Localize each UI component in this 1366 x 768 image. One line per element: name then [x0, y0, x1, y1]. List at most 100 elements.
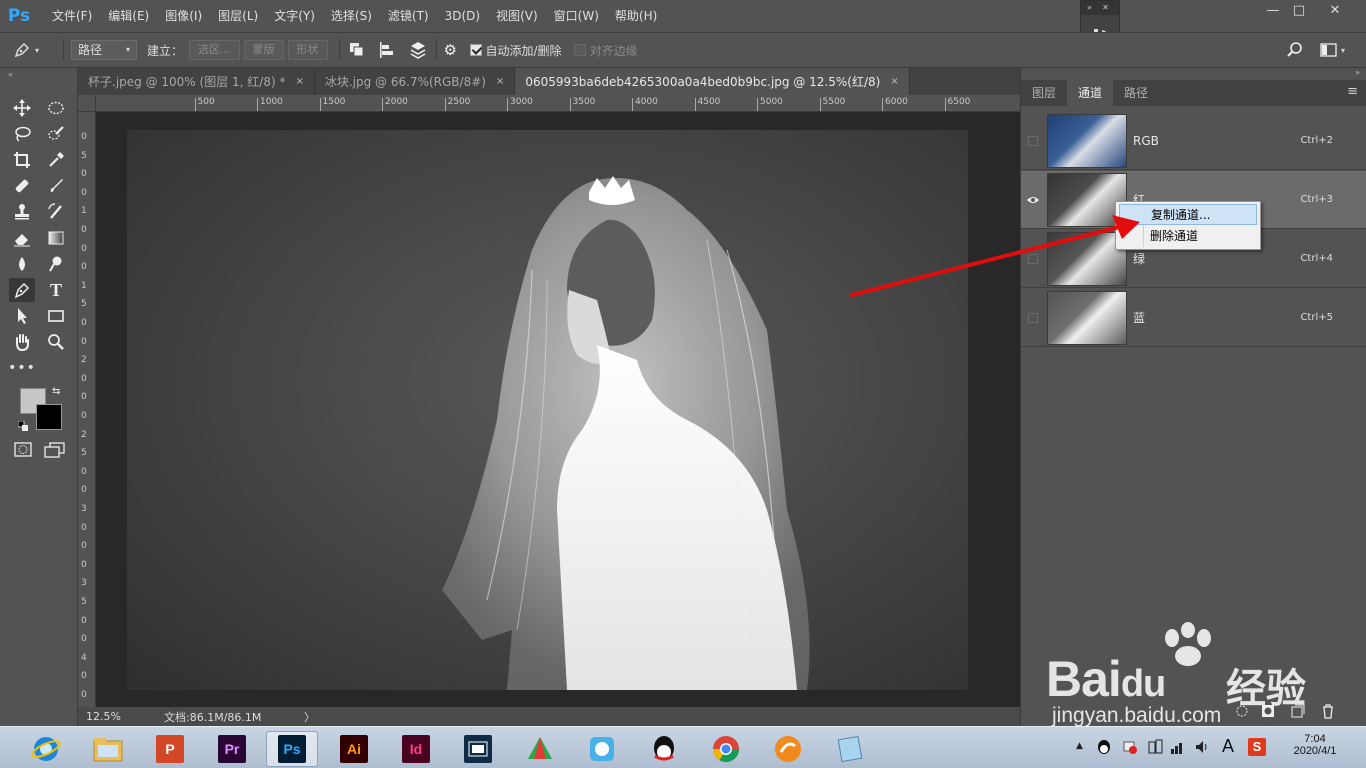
- path-mode-select[interactable]: 路径 ▾: [71, 40, 137, 60]
- zoom-level[interactable]: 12.5%: [86, 710, 164, 723]
- mini-panel-header[interactable]: » ✕: [1081, 1, 1119, 15]
- path-selection-tool-icon[interactable]: [9, 304, 35, 328]
- close-tab-icon[interactable]: ×: [890, 76, 898, 87]
- build-mask-button[interactable]: 蒙版: [243, 40, 284, 60]
- screen-mode-icon[interactable]: [44, 442, 66, 458]
- tray-expand-icon[interactable]: ▲: [1076, 741, 1083, 751]
- taskbar-indesign[interactable]: Id: [390, 731, 442, 767]
- clock[interactable]: 7:04 2020/4/1: [1286, 733, 1344, 757]
- more-tools-icon[interactable]: •••: [8, 356, 35, 380]
- channel-visibility-toggle[interactable]: [1021, 112, 1045, 170]
- taskbar-ie[interactable]: [20, 731, 72, 767]
- channel-shortcut: Ctrl+3: [1300, 194, 1333, 205]
- marquee-tool-icon[interactable]: [43, 96, 69, 120]
- document-tab[interactable]: 0605993ba6deb4265300a0a4bed0b9bc.jpg @ 1…: [515, 68, 910, 95]
- menu-item[interactable]: 图像(I): [157, 0, 210, 32]
- network-warning-icon[interactable]: [1122, 739, 1138, 755]
- menu-item[interactable]: 文字(Y): [266, 0, 323, 32]
- network-icon[interactable]: [1170, 739, 1186, 755]
- clone-stamp-tool-icon[interactable]: [9, 200, 35, 224]
- close-tab-icon[interactable]: ×: [295, 76, 303, 87]
- healing-brush-tool-icon[interactable]: [9, 174, 35, 198]
- lasso-tool-icon[interactable]: [9, 122, 35, 146]
- ruler-label: 0: [81, 169, 87, 180]
- horizontal-ruler[interactable]: 500 1000 1500 2000 2500 3000 3500 4000 4500 5000 5…: [96, 95, 1020, 112]
- taskbar-qq[interactable]: [638, 731, 690, 767]
- type-tool-icon[interactable]: T: [43, 278, 69, 302]
- align-edges-checkbox[interactable]: [573, 44, 586, 56]
- close-tab-icon[interactable]: ×: [496, 76, 504, 87]
- sogou-ime-icon[interactable]: S: [1248, 738, 1266, 756]
- path-arrangement-icon[interactable]: [407, 40, 429, 60]
- taskbar-powerpoint[interactable]: P: [144, 731, 196, 767]
- menu-item[interactable]: 帮助(H): [607, 0, 665, 32]
- zoom-tool-icon[interactable]: [43, 330, 69, 354]
- quick-mask-icon[interactable]: [14, 442, 34, 458]
- search-icon[interactable]: [1286, 41, 1304, 59]
- panel-tab[interactable]: 图层: [1021, 80, 1067, 106]
- panel-tab[interactable]: 路径: [1113, 80, 1159, 106]
- status-menu-arrow[interactable]: 〉: [304, 709, 315, 725]
- build-selection-button[interactable]: 选区...: [189, 40, 240, 60]
- taskbar-notepad[interactable]: [824, 731, 876, 767]
- channel-row[interactable]: RGB Ctrl+2: [1021, 112, 1366, 170]
- ruler-label: 5: [81, 299, 87, 310]
- taskbar-video[interactable]: [452, 731, 504, 767]
- menu-item[interactable]: 窗口(W): [546, 0, 607, 32]
- eraser-tool-icon[interactable]: [9, 226, 35, 250]
- taskbar-app-blue[interactable]: [576, 731, 628, 767]
- dodge-tool-icon[interactable]: [43, 252, 69, 276]
- rectangle-tool-icon[interactable]: [43, 304, 69, 328]
- menu-item[interactable]: 文件(F): [44, 0, 100, 32]
- menu-item[interactable]: 视图(V): [488, 0, 546, 32]
- tool-preset-picker[interactable]: ▾: [12, 40, 56, 60]
- gradient-tool-icon[interactable]: [43, 226, 69, 250]
- build-shape-button[interactable]: 形状: [287, 40, 328, 60]
- maximize-button[interactable]: □: [1282, 0, 1316, 22]
- menu-item[interactable]: 3D(D): [437, 0, 488, 32]
- channel-name: RGB: [1133, 133, 1159, 148]
- eyedropper-tool-icon[interactable]: [43, 148, 69, 172]
- volume-icon[interactable]: [1194, 739, 1210, 755]
- document-tab[interactable]: 冰块.jpg @ 66.7%(RGB/8#) ×: [314, 68, 516, 95]
- taskbar-chrome[interactable]: [700, 731, 752, 767]
- menu-item[interactable]: 编辑(E): [100, 0, 157, 32]
- menu-item[interactable]: 图层(L): [210, 0, 266, 32]
- collapse-toolbox-icon[interactable]: «: [8, 70, 13, 79]
- panel-tab[interactable]: 通道: [1067, 80, 1114, 106]
- menu-item[interactable]: 选择(S): [323, 0, 380, 32]
- menu-item[interactable]: 滤镜(T): [380, 0, 437, 32]
- brush-tool-icon[interactable]: [43, 174, 69, 198]
- collapse-panel-icon[interactable]: »: [1355, 68, 1360, 77]
- taskbar-explorer[interactable]: [82, 731, 134, 767]
- taskbar-app-orange[interactable]: [762, 731, 814, 767]
- path-alignment-icon[interactable]: [377, 40, 397, 60]
- move-tool-icon[interactable]: [9, 96, 35, 120]
- swap-colors-icon[interactable]: ⇆: [52, 386, 60, 397]
- hand-tool-icon[interactable]: [9, 330, 35, 354]
- eye-icon: [1027, 196, 1039, 203]
- path-operations-icon[interactable]: [347, 40, 367, 60]
- document-tab[interactable]: 杯子.jpeg @ 100% (图层 1, 红/8) * ×: [78, 68, 315, 95]
- close-button[interactable]: ✕: [1318, 0, 1352, 22]
- battery-icon[interactable]: [1146, 739, 1164, 755]
- taskbar-app-green[interactable]: [514, 731, 566, 767]
- crop-tool-icon[interactable]: [9, 148, 35, 172]
- workspace-switcher[interactable]: ▾: [1320, 41, 1350, 59]
- default-colors-icon[interactable]: [17, 420, 28, 431]
- gear-icon[interactable]: ⚙: [444, 41, 462, 59]
- panel-menu-icon[interactable]: ≡: [1347, 84, 1358, 99]
- quick-selection-tool-icon[interactable]: [43, 122, 69, 146]
- ie-icon: [31, 737, 61, 761]
- history-brush-tool-icon[interactable]: [43, 200, 69, 224]
- auto-add-delete-checkbox[interactable]: [469, 44, 482, 56]
- pen-tool-icon[interactable]: [9, 278, 35, 302]
- qq-tray-icon[interactable]: [1096, 739, 1112, 755]
- vertical-ruler[interactable]: 050010001500200025003000350040004: [78, 112, 96, 707]
- input-language-indicator[interactable]: A: [1222, 736, 1234, 757]
- taskbar-photoshop[interactable]: Ps: [266, 731, 318, 767]
- background-color-swatch[interactable]: [36, 404, 62, 430]
- taskbar-premiere[interactable]: Pr: [206, 731, 258, 767]
- taskbar-illustrator[interactable]: Ai: [328, 731, 380, 767]
- blur-tool-icon[interactable]: [9, 252, 35, 276]
